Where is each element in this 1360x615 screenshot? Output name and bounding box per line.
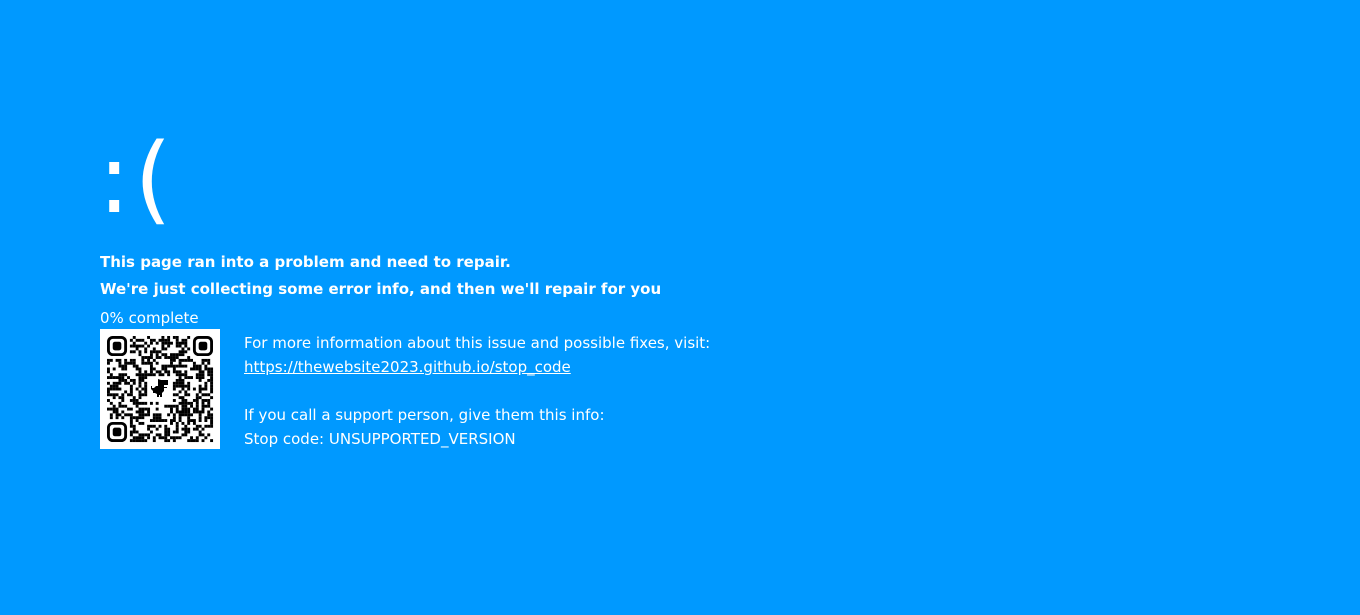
qr-code-icon (100, 329, 220, 449)
support-text: If you call a support person, give them … (244, 406, 605, 424)
dinosaur-icon (151, 379, 168, 397)
stop-code-text: Stop code: UNSUPPORTED_VERSION (244, 430, 516, 448)
qr-finder-pattern (107, 421, 128, 442)
bsod-screen: :( This page ran into a problem and need… (98, 0, 1300, 615)
qr-finder-pattern (107, 336, 128, 357)
more-info-text: For more information about this issue an… (244, 334, 711, 352)
stop-code-link[interactable]: https://thewebsite2023.github.io/stop_co… (244, 358, 571, 376)
info-block: For more information about this issue an… (244, 331, 710, 451)
qr-finder-pattern (192, 336, 213, 357)
qr-code-graphic (107, 336, 214, 443)
error-message-line-1: This page ran into a problem and need to… (100, 253, 511, 271)
error-message-line-2: We're just collecting some error info, a… (100, 280, 662, 298)
sad-face-emoticon: :( (98, 123, 176, 235)
progress-text: 0% complete (100, 309, 199, 327)
